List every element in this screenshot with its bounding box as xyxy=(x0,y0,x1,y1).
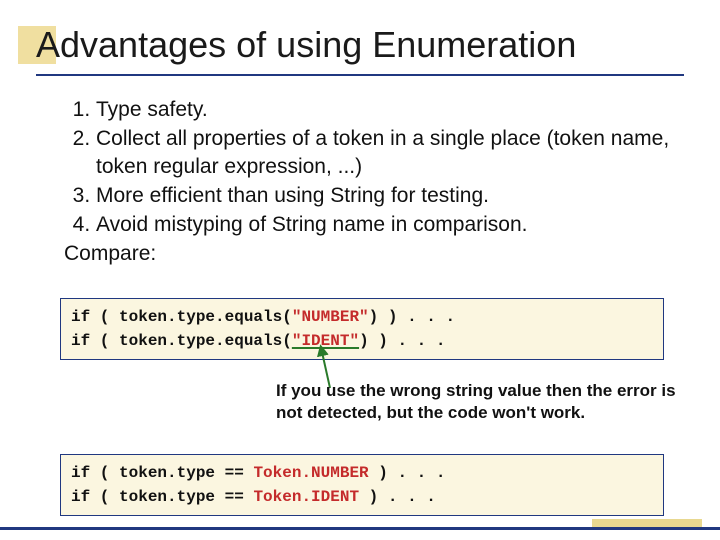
code-line-2: if ( token.type.equals("IDENT") ) . . . xyxy=(71,329,653,353)
compare-label: Compare: xyxy=(64,240,670,267)
code-text: ) ) . . . xyxy=(369,308,455,326)
footer-accent xyxy=(592,519,702,527)
string-literal-ident: "IDENT" xyxy=(292,332,359,350)
body-content: Type safety. Collect all properties of a… xyxy=(60,96,670,268)
annotation-note: If you use the wrong string value then t… xyxy=(276,380,676,424)
title-underline xyxy=(36,74,684,76)
code-line-2: if ( token.type == Token.IDENT ) . . . xyxy=(71,485,653,509)
code-block-enum-compare: if ( token.type == Token.NUMBER ) . . . … xyxy=(60,454,664,516)
code-text: if ( token.type.equals( xyxy=(71,332,292,350)
list-item-2: Collect all properties of a token in a s… xyxy=(96,125,670,180)
list-item-1: Type safety. xyxy=(96,96,670,123)
code-block-string-compare: if ( token.type.equals("NUMBER") ) . . .… xyxy=(60,298,664,360)
slide-title: Advantages of using Enumeration xyxy=(36,24,576,66)
enum-ref-number: Token.NUMBER xyxy=(253,464,368,482)
code-line-1: if ( token.type.equals("NUMBER") ) . . . xyxy=(71,305,653,329)
string-literal-number: "NUMBER" xyxy=(292,308,369,326)
code-line-1: if ( token.type == Token.NUMBER ) . . . xyxy=(71,461,653,485)
code-text: if ( token.type == xyxy=(71,488,253,506)
list-item-4: Avoid mistyping of String name in compar… xyxy=(96,211,670,238)
footer-rule xyxy=(0,527,720,530)
list-item-3: More efficient than using String for tes… xyxy=(96,182,670,209)
code-text: if ( token.type == xyxy=(71,464,253,482)
enum-ref-ident: Token.IDENT xyxy=(253,488,359,506)
code-text: ) ) . . . xyxy=(359,332,445,350)
code-text: ) . . . xyxy=(359,488,436,506)
code-text: ) . . . xyxy=(369,464,446,482)
code-text: if ( token.type.equals( xyxy=(71,308,292,326)
